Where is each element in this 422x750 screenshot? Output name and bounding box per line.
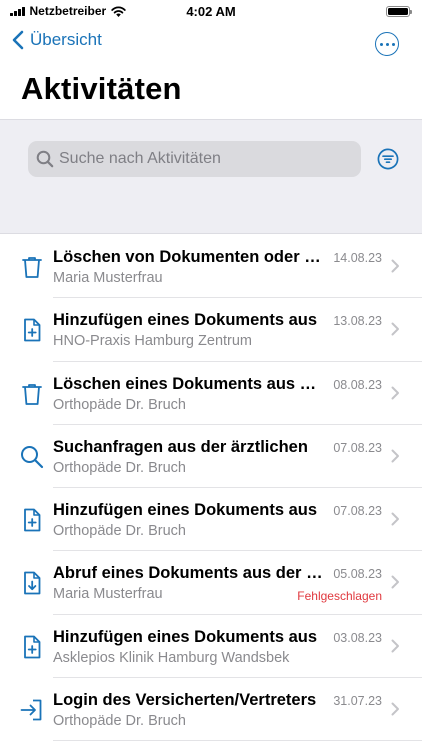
activity-status: Fehlgeschlagen — [297, 589, 382, 604]
activity-source: Orthopäde Dr. Bruch — [53, 523, 186, 540]
chevron-right-icon — [391, 449, 399, 463]
activity-date: 14.08.23 — [333, 251, 382, 265]
activity-source: Orthopäde Dr. Bruch — [53, 396, 186, 413]
activity-list: Löschen von Dokumenten oder Ordnern Mari… — [0, 235, 422, 742]
activity-date: 08.08.23 — [333, 377, 382, 392]
activity-source: Orthopäde Dr. Bruch — [53, 459, 186, 476]
search-area — [0, 119, 422, 234]
activity-row[interactable]: Löschen von Dokumenten oder Ordnern Mari… — [22, 235, 422, 299]
back-label: Übersicht — [30, 30, 102, 49]
activity-date: 31.07.23 — [333, 694, 382, 709]
activity-date: 05.08.23 — [333, 567, 382, 582]
activity-row[interactable]: Abruf eines Dokuments aus der ePA Maria … — [24, 551, 422, 615]
page-title: Aktivitäten — [21, 71, 182, 106]
activity-date: 03.08.23 — [333, 630, 382, 645]
activity-title: Suchanfragen aus der ärztlichen — [53, 437, 308, 456]
activity-title: Hinzufügen eines Dokuments aus — [53, 627, 318, 646]
chevron-right-icon — [391, 386, 399, 400]
clock: 4:02 AM — [186, 4, 236, 19]
trash-icon — [19, 381, 45, 407]
trash-icon — [19, 254, 45, 280]
activity-title: Löschen eines Dokuments aus der — [53, 374, 325, 393]
search-icon — [36, 150, 54, 168]
chevron-right-icon — [391, 322, 399, 336]
login-icon — [19, 697, 45, 723]
search-field[interactable] — [28, 141, 361, 177]
activity-source: Maria Musterfrau — [53, 586, 163, 603]
activity-date: 07.08.23 — [333, 440, 382, 455]
activity-title: Löschen von Dokumenten oder Ordnern — [53, 248, 325, 266]
activity-source: Orthopäde Dr. Bruch — [53, 713, 186, 730]
activity-row[interactable]: Suchanfragen aus der ärztlichen Orthopäd… — [21, 425, 422, 489]
activity-row[interactable]: Löschen eines Dokuments aus der Orthopäd… — [22, 362, 422, 425]
chevron-right-icon — [391, 259, 399, 273]
document-add-icon — [19, 317, 45, 343]
activity-row[interactable]: Hinzufügen eines Dokuments aus Orthopäde… — [24, 488, 422, 552]
filter-icon[interactable] — [377, 148, 399, 170]
activity-date: 07.08.23 — [333, 504, 382, 519]
status-bar: Netzbetreiber 4:02 AM — [0, 0, 422, 24]
activity-title: Abruf eines Dokuments aus der ePA — [53, 564, 325, 583]
document-add-icon — [19, 507, 45, 533]
activity-row[interactable]: Hinzufügen eines Dokuments aus Asklepios… — [24, 615, 422, 679]
battery-icon — [386, 6, 412, 17]
chevron-right-icon — [391, 639, 399, 653]
activity-row[interactable]: Login des Versicherten/Vertreters Orthop… — [20, 678, 422, 742]
activity-date: 13.08.23 — [333, 314, 382, 329]
activity-source: HNO-Praxis Hamburg Zentrum — [53, 333, 253, 350]
activity-source: Asklepios Klinik Hamburg Wandsbek — [53, 649, 290, 666]
back-button[interactable]: Übersicht — [12, 30, 102, 50]
document-add-icon — [19, 634, 45, 660]
activity-title: Login des Versicherten/Vertreters — [53, 691, 317, 710]
navigation-bar: Übersicht — [0, 28, 422, 62]
chevron-right-icon — [391, 702, 399, 716]
activity-title: Hinzufügen eines Dokuments aus — [53, 501, 318, 520]
search-icon — [19, 444, 45, 470]
more-options-button[interactable] — [375, 32, 399, 56]
document-download-icon — [19, 570, 45, 596]
activity-title: Hinzufügen eines Dokuments aus — [53, 311, 318, 330]
chevron-right-icon — [391, 512, 399, 526]
chevron-left-icon — [12, 30, 24, 50]
chevron-right-icon — [391, 575, 399, 589]
ellipsis-circle-icon — [379, 42, 383, 46]
search-input[interactable] — [59, 150, 349, 168]
activity-row[interactable]: Hinzufügen eines Dokuments aus HNO-Praxi… — [24, 298, 422, 362]
activity-source: Maria Musterfrau — [53, 270, 163, 286]
